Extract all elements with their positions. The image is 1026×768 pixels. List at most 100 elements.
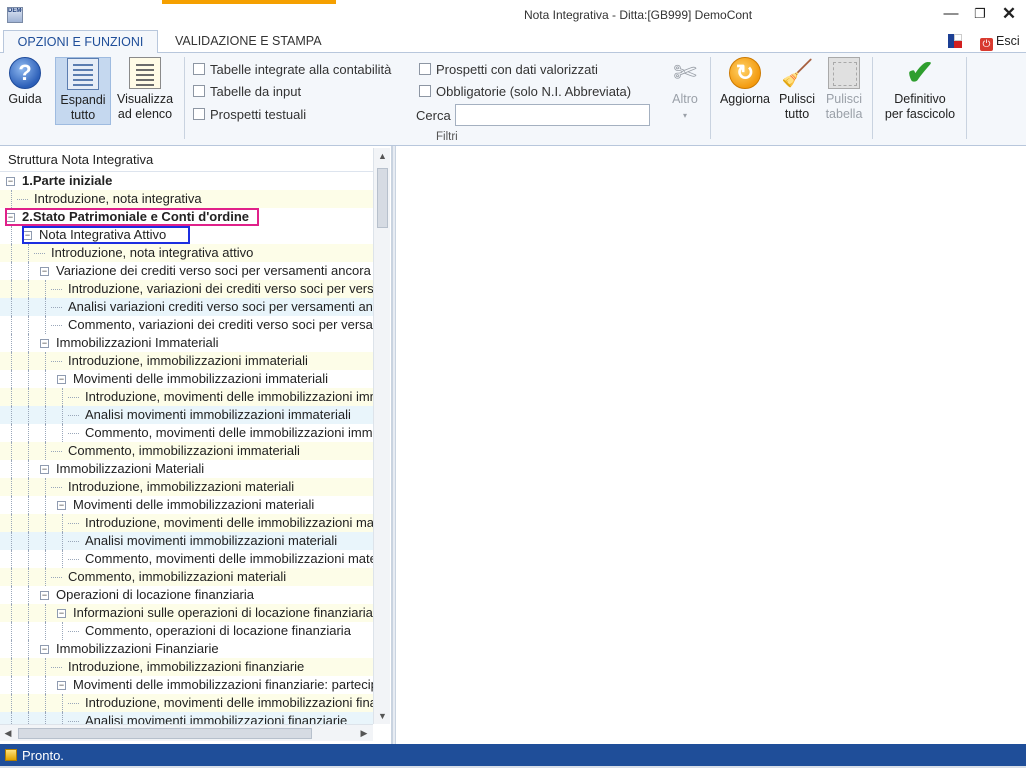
tree-guide-line — [45, 532, 46, 550]
tree-row[interactable]: − Operazioni di locazione finanziaria — [0, 586, 373, 604]
tree-row-label: Introduzione, immobilizzazioni finanziar… — [68, 659, 305, 674]
pulisci-tabella-label-1: Pulisci — [825, 92, 863, 106]
restore-button[interactable]: ❐ — [969, 4, 991, 24]
tree-row[interactable]: − Variazione dei crediti verso soci per v… — [0, 262, 373, 280]
pulisci-tabella-button[interactable]: Pulisci tabella — [820, 57, 868, 125]
minimize-button[interactable]: — — [940, 4, 962, 24]
tree-row[interactable]: Introduzione, movimenti delle immobilizz… — [0, 694, 373, 712]
tree-row[interactable]: Commento, variazioni dei crediti verso s… — [0, 316, 373, 334]
tree-guide-line — [28, 604, 29, 622]
tree-row[interactable]: Introduzione, immobilizzazioni materiali — [0, 478, 373, 496]
tree-connector-line — [68, 541, 79, 542]
scroll-down-icon[interactable]: ▼ — [374, 708, 391, 724]
tree-guide-line — [28, 712, 29, 724]
tree-row[interactable]: Commento, movimenti delle immobilizzazio… — [0, 550, 373, 568]
tree-row[interactable]: Commento, operazioni di locazione finanz… — [0, 622, 373, 640]
collapse-toggle-icon[interactable]: − — [40, 591, 49, 600]
tree-connector-line — [68, 559, 79, 560]
horizontal-scroll-thumb[interactable] — [18, 728, 312, 739]
tree-guide-line — [28, 280, 29, 298]
tree-connector-line — [68, 631, 79, 632]
tree-row[interactable]: Analisi variazioni crediti verso soci pe… — [0, 298, 373, 316]
esci-button[interactable]: ⏻ Esci — [980, 33, 1020, 51]
tree-row[interactable]: Analisi movimenti immobilizzazioni finan… — [0, 712, 373, 724]
definitivo-button[interactable]: ✔ Definitivo per fascicolo — [879, 56, 961, 125]
ribbon-toolbar: ? Guida Espandi tutto Visualizza ad elen… — [0, 53, 1026, 146]
tree-row[interactable]: Introduzione, movimenti delle immobilizz… — [0, 388, 373, 406]
tree-guide-line — [28, 262, 29, 280]
tab-accent-bar — [162, 0, 336, 4]
collapse-toggle-icon[interactable]: − — [57, 501, 66, 510]
tree-row[interactable]: Introduzione, immobilizzazioni finanziar… — [0, 658, 373, 676]
tab-validazione-stampa[interactable]: VALIDAZIONE E STAMPA — [165, 30, 332, 53]
collapse-toggle-icon[interactable]: − — [40, 465, 49, 474]
tree-row-label: Commento, movimenti delle immobilizzazio… — [85, 551, 373, 566]
tree-row[interactable]: Commento, movimenti delle immobilizzazio… — [0, 424, 373, 442]
tree-row[interactable]: − Immobilizzazioni Immateriali — [0, 334, 373, 352]
tree-guide-line — [45, 496, 46, 514]
cerca-input[interactable] — [455, 104, 650, 126]
tree-row[interactable]: Introduzione, nota integrativa attivo — [0, 244, 373, 262]
tree-row[interactable]: − Informazioni sulle operazioni di locazi… — [0, 604, 373, 622]
scroll-right-icon[interactable]: ▶ — [356, 725, 372, 742]
tree-row[interactable]: − Movimenti delle immobilizzazioni finanz… — [0, 676, 373, 694]
title-bar: DEMO Nota Integrativa - Ditta:[GB999] De… — [0, 0, 1026, 30]
scroll-left-icon[interactable]: ◀ — [0, 725, 16, 742]
tree-row[interactable]: Analisi movimenti immobilizzazioni immat… — [0, 406, 373, 424]
prospetti-testuali-checkbox[interactable]: Prospetti testuali — [193, 106, 306, 124]
prospetti-valorizzati-checkbox[interactable]: Prospetti con dati valorizzati — [419, 61, 598, 79]
collapse-toggle-icon[interactable]: − — [57, 609, 66, 618]
obbligatorie-checkbox[interactable]: Obbligatorie (solo N.I. Abbreviata) — [419, 83, 631, 101]
vertical-scroll-thumb[interactable] — [377, 168, 388, 228]
scroll-up-icon[interactable]: ▲ — [374, 148, 391, 164]
altro-label: Altro — [672, 92, 698, 106]
aggiorna-button[interactable]: ↻ Aggiorna — [716, 57, 774, 125]
espandi-tutto-button[interactable]: Espandi tutto — [55, 57, 111, 125]
horizontal-scrollbar[interactable]: ◀ ▶ — [0, 724, 373, 741]
collapse-toggle-icon[interactable]: − — [57, 681, 66, 690]
tree-view[interactable]: −1.Parte iniziale Introduzione, nota inte… — [0, 172, 373, 724]
collapse-toggle-icon[interactable]: − — [57, 375, 66, 384]
pulisci-tutto-button[interactable]: 🧹 Pulisci tutto — [776, 57, 818, 125]
visualizza-elenco-button[interactable]: Visualizza ad elenco — [112, 57, 178, 125]
tree-guide-line — [28, 424, 29, 442]
tree-row[interactable]: Introduzione, nota integrativa — [0, 190, 373, 208]
tabelle-integrate-checkbox[interactable]: Tabelle integrate alla contabilità — [193, 61, 391, 79]
tree-row[interactable]: Introduzione, immobilizzazioni immateria… — [0, 352, 373, 370]
collapse-toggle-icon[interactable]: − — [6, 177, 15, 186]
tree-guide-line — [28, 244, 29, 262]
tree-row-label: Commento, immobilizzazioni immateriali — [68, 443, 300, 458]
guida-button[interactable]: ? Guida — [5, 57, 45, 125]
tree-guide-line — [45, 478, 46, 496]
tree-row[interactable]: − Movimenti delle immobilizzazioni materi… — [0, 496, 373, 514]
tree-guide-line — [28, 694, 29, 712]
tree-row-label: Movimenti delle immobilizzazioni immater… — [73, 371, 329, 386]
tree-row[interactable]: Introduzione, variazioni dei crediti ver… — [0, 280, 373, 298]
status-bar: Pronto. — [0, 744, 1026, 768]
tree-row[interactable]: Introduzione, movimenti delle immobilizz… — [0, 514, 373, 532]
collapse-toggle-icon[interactable]: − — [40, 339, 49, 348]
close-button[interactable]: ✕ — [998, 4, 1020, 24]
tree-row[interactable]: Analisi movimenti immobilizzazioni mater… — [0, 532, 373, 550]
tree-row[interactable]: − Movimenti delle immobilizzazioni immate… — [0, 370, 373, 388]
highlight-box-blue — [22, 226, 190, 244]
tree-row[interactable]: Commento, immobilizzazioni immateriali — [0, 442, 373, 460]
altro-button[interactable]: ✄ Altro ▾ — [664, 57, 706, 125]
tree-guide-line — [62, 424, 63, 442]
tree-connector-line — [51, 361, 62, 362]
tab-opzioni-funzioni[interactable]: OPZIONI E FUNZIONI — [3, 30, 158, 54]
tree-row[interactable]: − Immobilizzazioni Finanziarie — [0, 640, 373, 658]
collapse-toggle-icon[interactable]: − — [40, 645, 49, 654]
vertical-scrollbar[interactable]: ▲ ▼ — [373, 148, 390, 724]
tree-guide-line — [45, 298, 46, 316]
tree-guide-line — [62, 694, 63, 712]
tree-row-label: Immobilizzazioni Finanziarie — [56, 641, 219, 656]
tree-row[interactable]: −1.Parte iniziale — [0, 172, 373, 190]
tree-row[interactable]: − Immobilizzazioni Materiali — [0, 460, 373, 478]
language-flag-icon[interactable] — [948, 34, 962, 48]
tabelle-input-checkbox[interactable]: Tabelle da input — [193, 83, 301, 101]
collapse-toggle-icon[interactable]: − — [40, 267, 49, 276]
tree-row[interactable]: Commento, immobilizzazioni materiali — [0, 568, 373, 586]
content-area — [396, 146, 1026, 744]
tree-row-label: Analisi movimenti immobilizzazioni immat… — [85, 407, 351, 422]
